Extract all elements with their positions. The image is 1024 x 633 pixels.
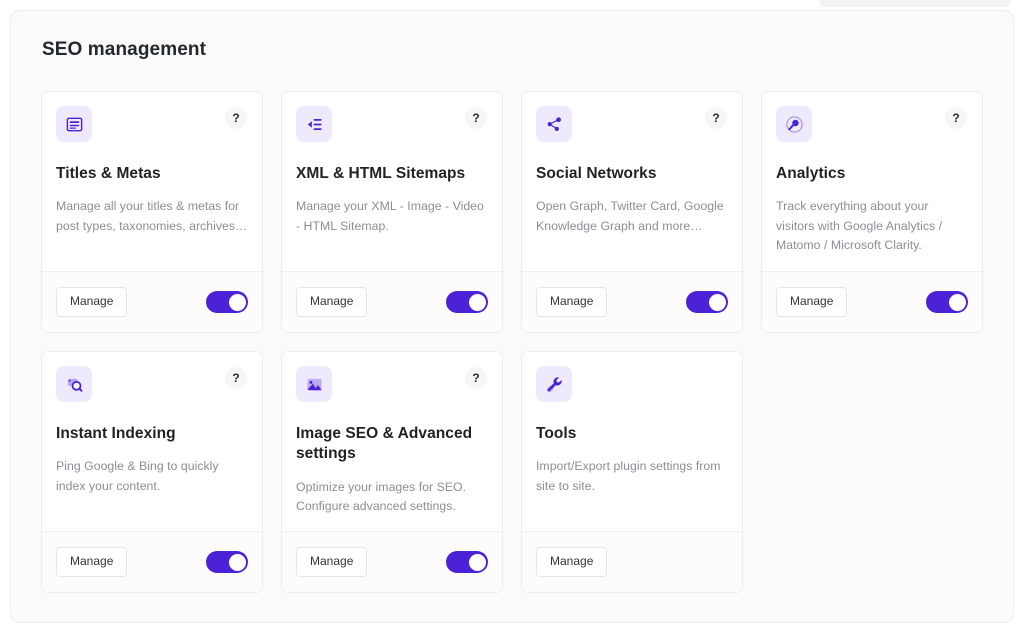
help-icon[interactable]: ? xyxy=(465,367,487,389)
card-footer: Manage xyxy=(762,271,982,332)
seo-feature-card-grid: ? Titles & Metas Manage all your titles … xyxy=(11,61,1013,593)
image-seo-icon xyxy=(296,366,332,402)
sitemap-icon xyxy=(296,106,332,142)
card-description: Ping Google & Bing to quickly index your… xyxy=(56,459,219,493)
manage-button[interactable]: Manage xyxy=(776,287,848,317)
seo-feature-card: ? Image SEO & Advanced settings Optimize… xyxy=(281,351,503,593)
manage-button[interactable]: Manage xyxy=(536,287,608,317)
card-header: ? xyxy=(56,366,248,402)
card-description: Track everything about your visitors wit… xyxy=(776,199,943,253)
help-icon[interactable]: ? xyxy=(705,107,727,129)
seo-feature-card: ? Analytics Track everything about your … xyxy=(761,91,983,333)
help-icon[interactable]: ? xyxy=(225,107,247,129)
manage-button[interactable]: Manage xyxy=(296,287,368,317)
card-header: ? xyxy=(536,366,728,402)
card-body: ? Instant Indexing Ping Google & Bing to… xyxy=(42,352,262,531)
card-title: Image SEO & Advanced settings xyxy=(296,425,473,463)
toggle-knob xyxy=(708,293,726,311)
toggle-knob xyxy=(468,293,486,311)
card-header: ? xyxy=(536,106,728,142)
card-header: ? xyxy=(296,106,488,142)
help-icon[interactable]: ? xyxy=(945,107,967,129)
card-body: ? Social Networks Open Graph, Twitter Ca… xyxy=(522,92,742,271)
card-footer: Manage xyxy=(42,531,262,592)
card-title: Social Networks xyxy=(536,165,657,182)
card-header: ? xyxy=(776,106,968,142)
card-body: ? XML & HTML Sitemaps Manage your XML - … xyxy=(282,92,502,271)
card-body: ? Analytics Track everything about your … xyxy=(762,92,982,271)
card-description: Manage all your titles & metas for post … xyxy=(56,199,248,233)
instant-indexing-icon xyxy=(56,366,92,402)
manage-button[interactable]: Manage xyxy=(296,547,368,577)
card-footer: Manage xyxy=(522,271,742,332)
help-icon[interactable]: ? xyxy=(465,107,487,129)
card-description: Import/Export plugin settings from site … xyxy=(536,459,721,493)
card-title: XML & HTML Sitemaps xyxy=(296,165,466,182)
card-body: ? Image SEO & Advanced settings Optimize… xyxy=(282,352,502,531)
help-icon[interactable]: ? xyxy=(225,367,247,389)
card-title: Tools xyxy=(536,425,577,442)
toggle-knob xyxy=(468,553,486,571)
card-title: Titles & Metas xyxy=(56,165,161,182)
social-share-icon xyxy=(536,106,572,142)
card-footer: Manage xyxy=(42,271,262,332)
feature-toggle[interactable] xyxy=(686,291,728,313)
toggle-knob xyxy=(228,293,246,311)
card-description: Open Graph, Twitter Card, Google Knowled… xyxy=(536,199,724,233)
seo-management-panel: SEO management ? Titles & Metas Manage a… xyxy=(10,10,1014,623)
card-footer: Manage xyxy=(282,531,502,592)
seo-feature-card: ? XML & HTML Sitemaps Manage your XML - … xyxy=(281,91,503,333)
titles-metas-icon xyxy=(56,106,92,142)
feature-toggle[interactable] xyxy=(926,291,968,313)
card-description: Manage your XML - Image - Video - HTML S… xyxy=(296,199,484,233)
toggle-knob xyxy=(948,293,966,311)
feature-toggle[interactable] xyxy=(206,551,248,573)
card-body: ? Tools Import/Export plugin settings fr… xyxy=(522,352,742,531)
card-footer: Manage xyxy=(522,531,742,592)
manage-button[interactable]: Manage xyxy=(56,547,128,577)
card-header: ? xyxy=(56,106,248,142)
seo-feature-card: ? Instant Indexing Ping Google & Bing to… xyxy=(41,351,263,593)
manage-button[interactable]: Manage xyxy=(56,287,128,317)
wrench-icon xyxy=(536,366,572,402)
toggle-knob xyxy=(228,553,246,571)
top-edge-sliver xyxy=(820,0,1010,7)
card-title: Instant Indexing xyxy=(56,425,176,442)
seo-feature-card: ? Titles & Metas Manage all your titles … xyxy=(41,91,263,333)
card-header: ? xyxy=(296,366,488,402)
card-body: ? Titles & Metas Manage all your titles … xyxy=(42,92,262,271)
card-description: Optimize your images for SEO. Configure … xyxy=(296,479,467,514)
seo-feature-card: ? Social Networks Open Graph, Twitter Ca… xyxy=(521,91,743,333)
page-title: SEO management xyxy=(42,39,207,60)
feature-toggle[interactable] xyxy=(446,291,488,313)
feature-toggle[interactable] xyxy=(206,291,248,313)
card-footer: Manage xyxy=(282,271,502,332)
manage-button[interactable]: Manage xyxy=(536,547,608,577)
card-title: Analytics xyxy=(776,165,846,182)
seo-feature-card: ? Tools Import/Export plugin settings fr… xyxy=(521,351,743,593)
feature-toggle[interactable] xyxy=(446,551,488,573)
analytics-magnifier-icon xyxy=(776,106,812,142)
